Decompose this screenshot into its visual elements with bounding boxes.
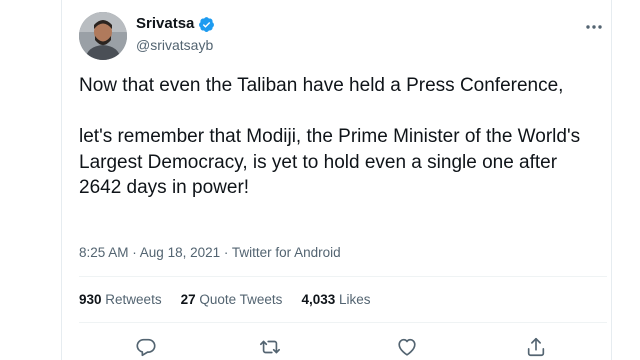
display-name-row: Srivatsa: [136, 14, 215, 34]
user-info: Srivatsa @srivatsayb: [136, 14, 215, 55]
tweet-text-paragraph-1: Now that even the Taliban have held a Pr…: [79, 75, 564, 96]
divider: [79, 322, 607, 323]
quote-tweets-label: Quote Tweets: [199, 292, 283, 307]
quote-tweets-stat[interactable]: 27 Quote Tweets: [181, 291, 283, 309]
quote-tweets-count: 27: [180, 292, 196, 307]
avatar[interactable]: [79, 12, 127, 60]
tweet-stats: 930 Retweets 27 Quote Tweets 4,033 Likes: [79, 291, 371, 309]
likes-label: Likes: [339, 292, 371, 307]
more-options-icon[interactable]: [583, 17, 605, 37]
display-name[interactable]: Srivatsa: [136, 14, 194, 34]
retweets-stat[interactable]: 930 Retweets: [79, 291, 162, 309]
right-border: [611, 0, 612, 360]
tweet-card: Srivatsa @srivatsayb Now that even the T…: [0, 0, 640, 360]
like-icon[interactable]: [396, 336, 418, 358]
avatar-image: [79, 12, 127, 60]
meta-separator: ·: [128, 245, 140, 260]
tweet-actions: [79, 334, 607, 360]
share-icon[interactable]: [525, 336, 547, 358]
meta-separator: ·: [220, 245, 232, 260]
tweet-date[interactable]: Aug 18, 2021: [140, 245, 220, 260]
likes-stat[interactable]: 4,033 Likes: [301, 291, 370, 309]
tweet-text-paragraph-2: let's remember that Modiji, the Prime Mi…: [79, 126, 581, 198]
tweet-source[interactable]: Twitter for Android: [232, 245, 341, 260]
tweet-time[interactable]: 8:25 AM: [79, 245, 129, 260]
likes-count: 4,033: [301, 292, 336, 307]
left-border: [61, 0, 62, 360]
tweet-text: Now that even the Taliban have held a Pr…: [79, 73, 604, 201]
verified-badge-icon: [198, 16, 215, 33]
retweets-label: Retweets: [105, 292, 162, 307]
retweet-icon[interactable]: [259, 336, 281, 358]
divider: [79, 276, 607, 277]
reply-icon[interactable]: [135, 336, 157, 358]
user-handle[interactable]: @srivatsayb: [136, 35, 215, 55]
tweet-meta: 8:25 AM · Aug 18, 2021 · Twitter for And…: [79, 244, 341, 262]
retweets-count: 930: [79, 292, 102, 307]
